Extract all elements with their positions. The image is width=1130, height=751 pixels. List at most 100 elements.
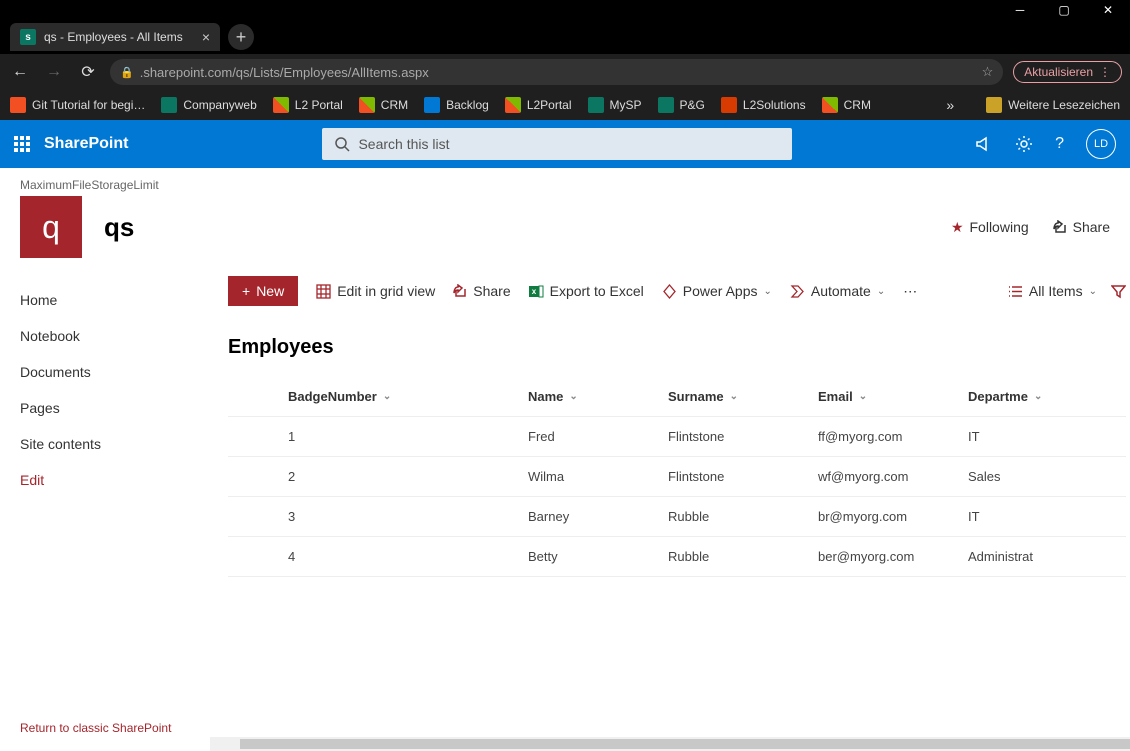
- window-maximize[interactable]: ▢: [1042, 0, 1086, 20]
- bookmark-item[interactable]: L2Portal: [505, 97, 572, 113]
- cell-surname: Rubble: [668, 509, 818, 524]
- back-button[interactable]: ←: [8, 63, 32, 81]
- nav-item[interactable]: Home: [20, 282, 210, 318]
- bookmark-label: P&G: [680, 98, 705, 112]
- bookmark-icon: [658, 97, 674, 113]
- site-name[interactable]: qs: [104, 212, 134, 243]
- bookmarks-overflow-icon[interactable]: »: [946, 97, 954, 113]
- browser-chrome: ─ ▢ ✕ s qs - Employees - All Items × + ←…: [0, 0, 1130, 120]
- export-excel-button[interactable]: x Export to Excel: [529, 283, 644, 299]
- window-close[interactable]: ✕: [1086, 0, 1130, 20]
- bookmark-item[interactable]: L2 Portal: [273, 97, 343, 113]
- bookmark-label: Git Tutorial for begi…: [32, 98, 145, 112]
- nav-edit[interactable]: Edit: [20, 462, 210, 498]
- nav-item[interactable]: Documents: [20, 354, 210, 390]
- chevron-down-icon: ⌄: [1034, 391, 1042, 402]
- site-preheader: MaximumFileStorageLimit: [20, 178, 1110, 192]
- edit-grid-button[interactable]: Edit in grid view: [316, 283, 435, 299]
- more-actions-button[interactable]: ⋯: [903, 283, 917, 300]
- column-header[interactable]: Name⌄: [528, 389, 668, 404]
- bookmark-item[interactable]: Backlog: [424, 97, 489, 113]
- bookmark-item[interactable]: L2Solutions: [721, 97, 806, 113]
- column-header[interactable]: BadgeNumber⌄: [228, 389, 528, 404]
- horizontal-scrollbar[interactable]: [210, 737, 1130, 751]
- chevron-down-icon: ⌄: [1089, 286, 1097, 297]
- app-name[interactable]: SharePoint: [44, 135, 128, 153]
- cell-email: br@myorg.com: [818, 509, 968, 524]
- settings-icon[interactable]: [1015, 135, 1033, 153]
- site-logo[interactable]: q: [20, 196, 82, 258]
- table-row[interactable]: 1 Fred Flintstone ff@myorg.com IT: [228, 416, 1126, 456]
- view-selector[interactable]: All Items ⌄: [1008, 283, 1097, 299]
- nav-item[interactable]: Notebook: [20, 318, 210, 354]
- column-header[interactable]: Email⌄: [818, 389, 968, 404]
- close-icon[interactable]: ×: [202, 29, 210, 45]
- bookmark-label: Backlog: [446, 98, 489, 112]
- search-input[interactable]: Search this list: [322, 128, 792, 160]
- sharepoint-header: SharePoint Search this list ? LD: [0, 120, 1130, 168]
- column-header[interactable]: Surname⌄: [668, 389, 818, 404]
- bookmark-star-icon[interactable]: ☆: [982, 64, 994, 80]
- help-icon[interactable]: ?: [1055, 135, 1064, 153]
- update-button[interactable]: Aktualisieren ⋮: [1013, 61, 1122, 83]
- cell-email: ff@myorg.com: [818, 429, 968, 444]
- new-button[interactable]: + New: [228, 276, 298, 306]
- cell-surname: Flintstone: [668, 469, 818, 484]
- bookmark-label: CRM: [381, 98, 408, 112]
- bookmark-item[interactable]: P&G: [658, 97, 705, 113]
- bookmark-icon: [161, 97, 177, 113]
- bookmark-label: CRM: [844, 98, 871, 112]
- tab-title: qs - Employees - All Items: [44, 30, 194, 44]
- bookmark-item[interactable]: CRM: [822, 97, 871, 113]
- filter-button[interactable]: [1111, 284, 1126, 299]
- table-row[interactable]: 2 Wilma Flintstone wf@myorg.com Sales: [228, 456, 1126, 496]
- ellipsis-icon: ⋯: [903, 283, 917, 300]
- cell-email: ber@myorg.com: [818, 549, 968, 564]
- cell-email: wf@myorg.com: [818, 469, 968, 484]
- bookmark-item[interactable]: MySP: [588, 97, 642, 113]
- classic-link[interactable]: Return to classic SharePoint: [20, 721, 210, 747]
- sharepoint-favicon: s: [20, 29, 36, 45]
- bookmark-item[interactable]: Git Tutorial for begi…: [10, 97, 145, 113]
- cell-dept: Administrat: [968, 549, 1068, 564]
- search-icon: [334, 136, 350, 152]
- bookmark-item[interactable]: CRM: [359, 97, 408, 113]
- column-header[interactable]: Departme⌄: [968, 389, 1068, 404]
- bookmark-icon: [273, 97, 289, 113]
- cell-dept: IT: [968, 509, 1068, 524]
- reload-button[interactable]: ⟳: [76, 62, 100, 82]
- more-bookmarks[interactable]: Weitere Lesezeichen: [986, 97, 1120, 113]
- share-site-button[interactable]: Share: [1053, 219, 1110, 236]
- bookmark-label: L2 Portal: [295, 98, 343, 112]
- list-title: Employees: [228, 336, 1126, 359]
- nav-item[interactable]: Pages: [20, 390, 210, 426]
- following-button[interactable]: ★ Following: [951, 219, 1029, 236]
- address-bar[interactable]: 🔒 .sharepoint.com/qs/Lists/Employees/All…: [110, 59, 1003, 85]
- new-tab-button[interactable]: +: [228, 24, 254, 50]
- window-minimize[interactable]: ─: [998, 0, 1042, 20]
- chevron-down-icon: ⌄: [383, 391, 391, 402]
- nav-item[interactable]: Site contents: [20, 426, 210, 462]
- automate-button[interactable]: Automate ⌄: [790, 283, 885, 299]
- employees-table: BadgeNumber⌄Name⌄Surname⌄Email⌄Departme⌄…: [228, 381, 1126, 577]
- cell-name: Betty: [528, 549, 668, 564]
- forward-button[interactable]: →: [42, 63, 66, 81]
- star-filled-icon: ★: [951, 219, 964, 236]
- scrollbar-thumb[interactable]: [240, 739, 1130, 749]
- table-row[interactable]: 4 Betty Rubble ber@myorg.com Administrat: [228, 536, 1126, 577]
- svg-text:x: x: [531, 287, 536, 296]
- browser-tab[interactable]: s qs - Employees - All Items ×: [10, 23, 220, 51]
- cell-badge: 1: [228, 429, 528, 444]
- main-content: + New Edit in grid view Share x Export t: [210, 264, 1130, 747]
- cell-dept: IT: [968, 429, 1068, 444]
- bookmark-item[interactable]: Companyweb: [161, 97, 256, 113]
- share-button[interactable]: Share: [453, 283, 510, 299]
- chevron-down-icon: ⌄: [569, 391, 577, 402]
- power-apps-button[interactable]: Power Apps ⌄: [662, 283, 772, 299]
- cell-name: Barney: [528, 509, 668, 524]
- avatar[interactable]: LD: [1086, 129, 1116, 159]
- cell-dept: Sales: [968, 469, 1068, 484]
- megaphone-icon[interactable]: [975, 135, 993, 153]
- table-row[interactable]: 3 Barney Rubble br@myorg.com IT: [228, 496, 1126, 536]
- app-launcher-icon[interactable]: [14, 136, 30, 152]
